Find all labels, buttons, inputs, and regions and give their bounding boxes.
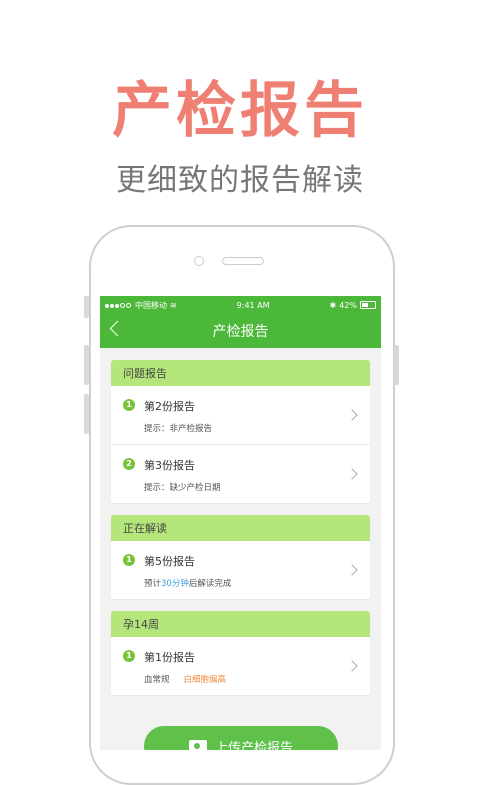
nav-bar: 产检报告 xyxy=(100,314,381,348)
upload-label: 上传产检报告 xyxy=(214,740,293,751)
battery-percent: 42% xyxy=(339,300,357,310)
phone-speaker xyxy=(222,257,264,265)
eta-time: 30分钟 xyxy=(161,579,189,589)
number-badge: 1 xyxy=(123,399,135,411)
eta-prefix: 预计 xyxy=(144,579,162,589)
eta-suffix: 后解读完成 xyxy=(188,579,232,589)
section-week-14: 孕14周 1 第1份报告 血常规 白细胞偏高 xyxy=(111,611,370,695)
report-note: 提示：缺少产检日期 xyxy=(144,483,221,493)
number-badge: 1 xyxy=(123,554,135,566)
list-item[interactable]: 1 第2份报告 提示：非产检报告 xyxy=(111,386,370,445)
carrier-label: 中国移动 xyxy=(135,300,167,310)
camera-icon xyxy=(188,739,207,750)
app-screen: 中国移动 ≋ 9:41 AM ✱ 42% 产检报告 问题报告 1 第2份报告 提… xyxy=(100,296,381,750)
upload-report-button[interactable]: 上传产检报告 xyxy=(144,726,338,750)
abnormal-finding: 白细胞偏高 xyxy=(183,675,227,685)
report-title: 第2份报告 xyxy=(144,400,195,413)
section-interpreting: 正在解读 1 第5份报告 预计30分钟后解读完成 xyxy=(111,515,370,599)
report-title: 第1份报告 xyxy=(144,651,195,664)
list-item[interactable]: 1 第5份报告 预计30分钟后解读完成 xyxy=(111,541,370,599)
chevron-right-icon xyxy=(346,409,358,421)
report-title: 第3份报告 xyxy=(144,459,195,472)
number-badge: 1 xyxy=(123,650,135,662)
number-badge: 2 xyxy=(123,458,135,470)
report-title: 第5份报告 xyxy=(144,555,195,568)
promo-subline: 更细致的报告解读 xyxy=(116,163,364,198)
phone-power-button xyxy=(394,345,399,385)
status-bar: 中国移动 ≋ 9:41 AM ✱ 42% xyxy=(100,296,381,314)
test-name: 血常规 xyxy=(144,675,170,685)
nav-title: 产检报告 xyxy=(212,324,269,340)
wifi-icon: ≋ xyxy=(170,300,177,310)
section-header: 正在解读 xyxy=(111,515,370,541)
section-header: 问题报告 xyxy=(111,360,370,386)
section-problem-reports: 问题报告 1 第2份报告 提示：非产检报告 2 第3份报告 提示：缺少产检日期 xyxy=(111,360,370,503)
report-note: 预计30分钟后解读完成 xyxy=(144,577,231,589)
battery-icon xyxy=(359,301,376,309)
phone-volume-up xyxy=(84,345,89,385)
section-header: 孕14周 xyxy=(111,611,370,637)
bluetooth-icon: ✱ xyxy=(329,300,337,310)
clock: 9:41 AM xyxy=(236,300,270,310)
report-note: 提示：非产检报告 xyxy=(144,424,213,434)
back-icon[interactable] xyxy=(109,320,126,337)
phone-camera xyxy=(194,256,204,266)
chevron-right-icon xyxy=(346,564,358,576)
chevron-right-icon xyxy=(346,468,358,480)
promo-headline: 产检报告 xyxy=(112,76,368,146)
signal-icon xyxy=(105,301,132,310)
list-item[interactable]: 1 第1份报告 血常规 白细胞偏高 xyxy=(111,637,370,695)
phone-side-button xyxy=(84,296,89,318)
chevron-right-icon xyxy=(346,660,358,672)
list-item[interactable]: 2 第3份报告 提示：缺少产检日期 xyxy=(111,445,370,503)
phone-volume-down xyxy=(84,394,89,434)
report-note: 血常规 白细胞偏高 xyxy=(144,673,226,685)
